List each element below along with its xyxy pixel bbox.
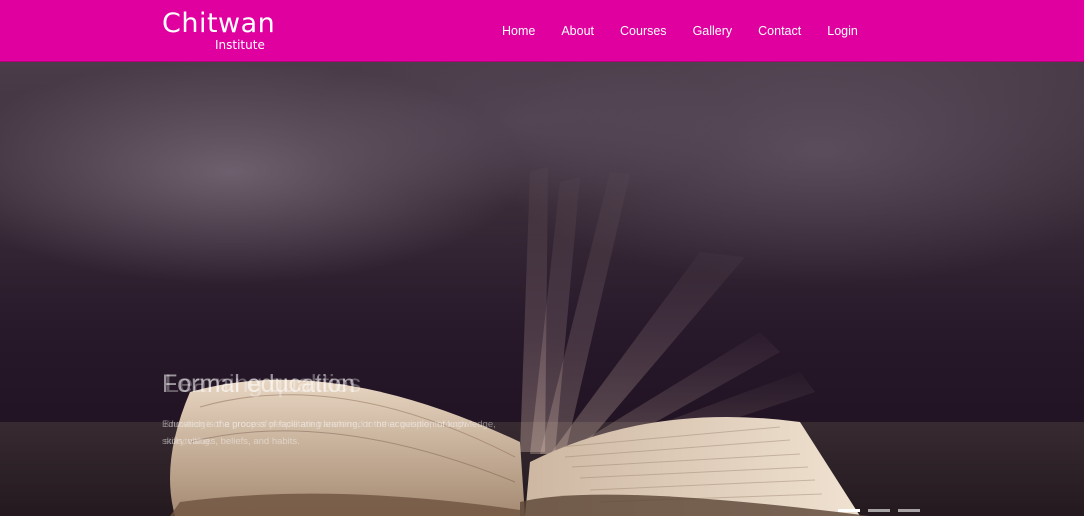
nav-login[interactable]: Login: [814, 24, 871, 38]
brand-title[interactable]: Chitwan: [162, 10, 275, 37]
carousel-indicator[interactable]: [868, 509, 890, 512]
brand-subtitle[interactable]: Institute: [215, 39, 265, 51]
slide-description-next: Knowledge of a group of people are trans…: [164, 419, 467, 447]
nav-courses[interactable]: Courses: [607, 24, 680, 38]
slide-title-next: Learning qualities: [165, 370, 361, 398]
carousel-indicator[interactable]: [898, 509, 920, 512]
navbar: Chitwan Institute Home About Courses Gal…: [0, 0, 1084, 62]
brand-logo[interactable]: Chitwan Institute: [162, 10, 275, 51]
nav-contact[interactable]: Contact: [745, 24, 814, 38]
nav-about[interactable]: About: [548, 24, 607, 38]
main-nav: Home About Courses Gallery Contact Login: [489, 0, 871, 61]
nav-gallery[interactable]: Gallery: [680, 24, 746, 38]
carousel-indicator[interactable]: [838, 509, 860, 512]
nav-home[interactable]: Home: [489, 24, 548, 38]
carousel-indicators: [838, 509, 920, 512]
hero-carousel[interactable]: Formal education Learning qualities Educ…: [0, 62, 1084, 516]
